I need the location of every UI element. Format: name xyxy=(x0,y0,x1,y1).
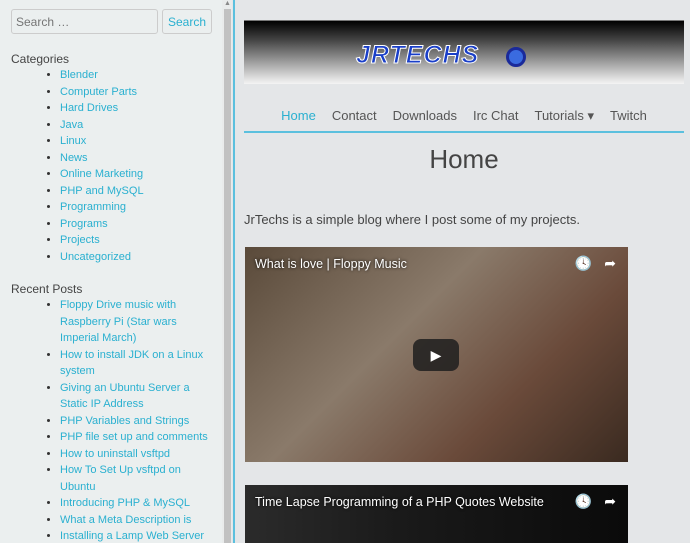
category-item: Programs xyxy=(60,216,212,233)
nav-label: Downloads xyxy=(392,108,457,123)
category-item-link[interactable]: Online Marketing xyxy=(60,168,143,180)
nav-label: Irc Chat xyxy=(472,108,519,123)
site-logo: JRTECHS xyxy=(355,41,480,70)
category-item-link[interactable]: Hard Drives xyxy=(60,102,118,114)
category-item: Linux xyxy=(60,133,212,150)
category-item: PHP and MySQL xyxy=(60,183,212,200)
main-nav: Home Contact Downloads Irc Chat Tutorials ▾ T… xyxy=(244,108,684,133)
video-embed[interactable]: What is love | Floppy Music 🕓 ➦ ▶ xyxy=(245,247,628,462)
search-input[interactable] xyxy=(11,9,158,34)
nav-label: Contact xyxy=(331,108,377,123)
category-item-link[interactable]: PHP and MySQL xyxy=(60,185,144,197)
recent-post-item: Installing a Lamp Web Server xyxy=(60,528,212,543)
category-item: Hard Drives xyxy=(60,100,212,117)
search-button[interactable]: Search xyxy=(162,9,212,34)
header-banner[interactable]: JRTECHS xyxy=(244,20,684,84)
play-button[interactable]: ▶ xyxy=(413,339,459,371)
nav-label: Twitch xyxy=(610,108,647,123)
recent-post-item: How to uninstall vsftpd xyxy=(60,446,212,463)
category-item: Online Marketing xyxy=(60,166,212,183)
category-item-link[interactable]: Projects xyxy=(60,234,100,246)
recent-post-item-link[interactable]: Introducing PHP & MySQL xyxy=(60,497,190,509)
recent-post-item: How to install JDK on a Linux system xyxy=(60,347,212,380)
recent-post-item: What a Meta Description is xyxy=(60,512,212,529)
category-item-link[interactable]: Programming xyxy=(60,201,126,213)
nav-item-downloads[interactable]: Downloads xyxy=(385,108,465,131)
category-item-link[interactable]: Java xyxy=(60,119,83,131)
category-item-link[interactable]: Linux xyxy=(60,135,86,147)
categories-list: Blender Computer Parts Hard Drives Java Linu… xyxy=(11,67,212,265)
caret-down-icon: ▾ xyxy=(583,108,594,123)
recent-posts-heading: Recent Posts xyxy=(11,282,83,296)
recent-post-item-link[interactable]: How to uninstall vsftpd xyxy=(60,448,170,460)
nav-item-irc-chat[interactable]: Irc Chat xyxy=(465,108,527,131)
scrollbar-thumb[interactable] xyxy=(224,9,231,543)
category-item: Computer Parts xyxy=(60,84,212,101)
search-form: Search xyxy=(11,9,222,34)
recent-post-item: Floppy Drive music with Raspberry Pi (St… xyxy=(60,297,212,347)
recent-post-item-link[interactable]: Floppy Drive music with Raspberry Pi (St… xyxy=(60,299,177,344)
category-item-link[interactable]: Blender xyxy=(60,69,98,81)
categories-heading: Categories xyxy=(11,52,70,66)
recent-post-item-link[interactable]: What a Meta Description is xyxy=(60,514,191,526)
recent-post-item: PHP Variables and Strings xyxy=(60,413,212,430)
recent-post-item-link[interactable]: Giving an Ubuntu Server a Static IP Addr… xyxy=(60,382,190,411)
recent-post-item-link[interactable]: PHP file set up and comments xyxy=(60,431,208,443)
recent-post-item: Giving an Ubuntu Server a Static IP Addr… xyxy=(60,380,212,413)
category-item-link[interactable]: Computer Parts xyxy=(60,86,137,98)
category-item-link[interactable]: Uncategorized xyxy=(60,251,131,263)
recent-post-item: Introducing PHP & MySQL xyxy=(60,495,212,512)
recent-post-item-link[interactable]: How To Set Up vsftpd on Ubuntu xyxy=(60,464,181,493)
watch-later-icon[interactable]: 🕓 xyxy=(575,493,592,510)
recent-post-item: PHP file set up and comments xyxy=(60,429,212,446)
sidebar: Search Categories Blender Computer Parts H… xyxy=(0,0,222,543)
nav-item-contact[interactable]: Contact xyxy=(324,108,385,131)
category-item: News xyxy=(60,150,212,167)
category-item: Blender xyxy=(60,67,212,84)
scroll-up-arrow-icon[interactable]: ▲ xyxy=(224,0,231,7)
page-title: Home xyxy=(429,144,499,174)
share-icon[interactable]: ➦ xyxy=(604,493,616,510)
video-title[interactable]: Time Lapse Programming of a PHP Quotes W… xyxy=(255,495,544,509)
recent-post-item-link[interactable]: PHP Variables and Strings xyxy=(60,415,189,427)
recent-posts-list: Floppy Drive music with Raspberry Pi (St… xyxy=(11,297,212,543)
nav-label: Home xyxy=(281,108,316,123)
category-item: Programming xyxy=(60,199,212,216)
watch-later-icon[interactable]: 🕓 xyxy=(575,255,592,272)
video-title[interactable]: What is love | Floppy Music xyxy=(255,257,407,271)
divider xyxy=(233,0,235,543)
logo-dragon-icon xyxy=(506,47,526,67)
intro-text: JrTechs is a simple blog where I post so… xyxy=(244,212,580,227)
category-item: Uncategorized xyxy=(60,249,212,266)
recent-post-item-link[interactable]: How to install JDK on a Linux system xyxy=(60,349,203,378)
recent-post-item-link[interactable]: Installing a Lamp Web Server xyxy=(60,530,204,542)
nav-item-home[interactable]: Home xyxy=(273,108,324,131)
category-item: Java xyxy=(60,117,212,134)
nav-item-twitch[interactable]: Twitch xyxy=(602,108,655,131)
nav-label: Tutorials xyxy=(534,108,584,123)
recent-post-item: How To Set Up vsftpd on Ubuntu xyxy=(60,462,212,495)
category-item-link[interactable]: News xyxy=(60,152,88,164)
video-embed[interactable]: Time Lapse Programming of a PHP Quotes W… xyxy=(245,485,628,543)
nav-item-tutorials[interactable]: Tutorials ▾ xyxy=(526,108,602,131)
share-icon[interactable]: ➦ xyxy=(604,255,616,272)
category-item: Projects xyxy=(60,232,212,249)
category-item-link[interactable]: Programs xyxy=(60,218,108,230)
